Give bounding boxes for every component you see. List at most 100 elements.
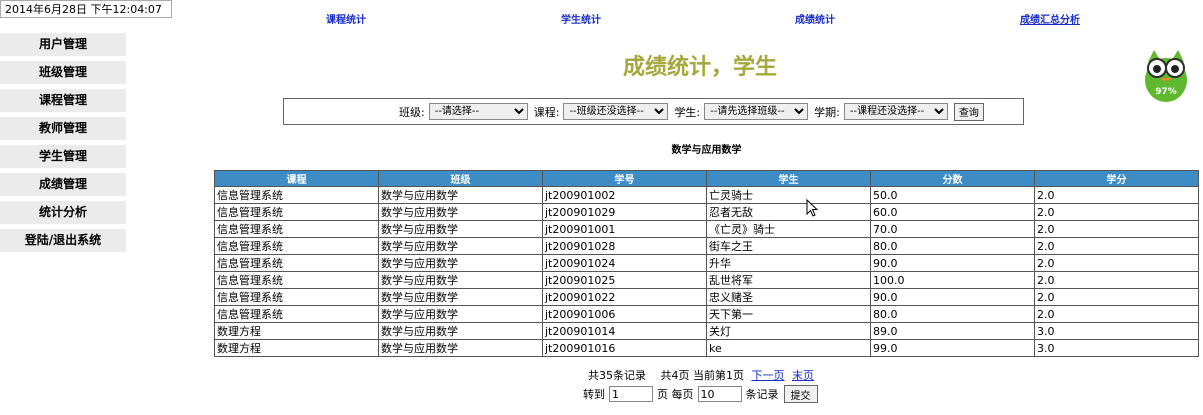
student-label: 学生:	[674, 105, 701, 119]
cell-class: 数学与应用数学	[378, 186, 543, 204]
cell-course: 信息管理系统	[214, 186, 379, 204]
nav-score-stats[interactable]: 成绩统计	[795, 11, 835, 26]
table-row: 数理方程 数学与应用数学 jt200901016 ke 99.0 3.0	[214, 339, 1199, 357]
table-row: 信息管理系统 数学与应用数学 jt200901002 亡灵骑士 50.0 2.0	[214, 186, 1199, 204]
cell-credit: 2.0	[1034, 305, 1199, 323]
cell-score: 99.0	[870, 339, 1035, 357]
cell-credit: 2.0	[1034, 254, 1199, 272]
cell-class: 数学与应用数学	[378, 339, 543, 357]
cell-student: 亡灵骑士	[706, 186, 871, 204]
cell-course: 信息管理系统	[214, 237, 379, 255]
score-table: 课程 班级 学号 学生 分数 学分 信息管理系统 数学与应用数学 jt2009010…	[214, 170, 1199, 357]
cell-student: 升华	[706, 254, 871, 272]
term-select[interactable]: --课程还没选择--	[843, 103, 948, 120]
cell-student-id: jt200901006	[542, 305, 707, 323]
cell-class: 数学与应用数学	[378, 322, 543, 340]
sidebar-item-classes[interactable]: 班级管理	[0, 61, 126, 84]
last-page-link[interactable]: 末页	[792, 369, 814, 382]
datetime-display: 2014年6月28日 下午12:04:07	[0, 0, 172, 18]
cell-student: 忍者无敌	[706, 203, 871, 221]
cell-student-id: jt200901028	[542, 237, 707, 255]
cell-score: 70.0	[870, 220, 1035, 238]
class-label: 班级:	[399, 105, 425, 119]
cell-score: 100.0	[870, 271, 1035, 289]
cell-score: 50.0	[870, 186, 1035, 204]
nav-student-stats[interactable]: 学生统计	[561, 11, 601, 26]
sidebar-item-courses[interactable]: 课程管理	[0, 89, 126, 112]
submit-button[interactable]: 提交	[783, 385, 818, 403]
cell-credit: 2.0	[1034, 288, 1199, 306]
cell-score: 90.0	[870, 254, 1035, 272]
cell-credit: 2.0	[1034, 220, 1199, 238]
sidebar-item-login-logout[interactable]: 登陆/退出系统	[0, 229, 126, 252]
cell-credit: 3.0	[1034, 339, 1199, 357]
table-row: 信息管理系统 数学与应用数学 jt200901001 《亡灵》骑士 70.0 2.0	[214, 220, 1199, 238]
cell-course: 信息管理系统	[214, 271, 379, 289]
column-header-class: 班级	[378, 170, 543, 187]
cell-student-id: jt200901001	[542, 220, 707, 238]
column-header-course: 课程	[214, 170, 379, 187]
cell-student: 天下第一	[706, 305, 871, 323]
cell-credit: 2.0	[1034, 186, 1199, 204]
column-header-score: 分数	[870, 170, 1035, 187]
table-row: 信息管理系统 数学与应用数学 jt200901029 忍者无敌 60.0 2.0	[214, 203, 1199, 221]
student-select[interactable]: --请先选择班级--	[704, 103, 809, 120]
sidebar: 用户管理 班级管理 课程管理 教师管理 学生管理 成绩管理 统计分析 登陆/退出…	[0, 33, 126, 257]
cell-student: 街车之王	[706, 237, 871, 255]
cell-score: 80.0	[870, 237, 1035, 255]
filter-bar: 班级: --请选择-- 课程: --班级还没选择-- 学生: --请先选择班级-…	[283, 98, 1024, 125]
next-page-link[interactable]: 下一页	[752, 369, 785, 382]
pagination-summary: 共35条记录 共4页 当前第1页	[588, 369, 744, 382]
owl-mascot-icon[interactable]: 97%	[1140, 46, 1192, 104]
cell-course: 信息管理系统	[214, 288, 379, 306]
cell-student-id: jt200901022	[542, 288, 707, 306]
per-page-label: 页 每页	[657, 388, 694, 401]
cell-student-id: jt200901002	[542, 186, 707, 204]
goto-page-input[interactable]	[609, 386, 653, 402]
class-select[interactable]: --请选择--	[428, 103, 528, 120]
cell-score: 89.0	[870, 322, 1035, 340]
table-row: 信息管理系统 数学与应用数学 jt200901025 乱世将军 100.0 2.0	[214, 271, 1199, 289]
table-row: 数理方程 数学与应用数学 jt200901014 关灯 89.0 3.0	[214, 322, 1199, 340]
page-title: 成绩统计，学生	[622, 55, 777, 80]
goto-page-bar: 转到 页 每页 条记录 提交	[583, 385, 818, 403]
cell-student-id: jt200901024	[542, 254, 707, 272]
cell-class: 数学与应用数学	[378, 288, 543, 306]
column-header-student: 学生	[706, 170, 871, 187]
cell-course: 信息管理系统	[214, 203, 379, 221]
goto-label: 转到	[583, 388, 605, 401]
cell-credit: 2.0	[1034, 237, 1199, 255]
per-page-input[interactable]	[697, 386, 742, 402]
cell-course: 信息管理系统	[214, 305, 379, 323]
cell-student-id: jt200901029	[542, 203, 707, 221]
cell-student: 关灯	[706, 322, 871, 340]
cell-class: 数学与应用数学	[378, 203, 543, 221]
table-body: 信息管理系统 数学与应用数学 jt200901002 亡灵骑士 50.0 2.0 信息管理系…	[214, 186, 1199, 357]
table-row: 信息管理系统 数学与应用数学 jt200901006 天下第一 80.0 2.0	[214, 305, 1199, 323]
query-button[interactable]: 查询	[953, 102, 984, 121]
cell-score: 60.0	[870, 203, 1035, 221]
nav-score-summary[interactable]: 成绩汇总分析	[1020, 11, 1080, 26]
pagination: 共35条记录 共4页 当前第1页 下一页 末页	[588, 367, 814, 383]
sidebar-item-scores[interactable]: 成绩管理	[0, 173, 126, 196]
nav-course-stats[interactable]: 课程统计	[326, 11, 366, 26]
cell-student: 乱世将军	[706, 271, 871, 289]
sidebar-item-students[interactable]: 学生管理	[0, 145, 126, 168]
cell-course: 信息管理系统	[214, 254, 379, 272]
cell-class: 数学与应用数学	[378, 220, 543, 238]
cell-class: 数学与应用数学	[378, 237, 543, 255]
cell-student-id: jt200901025	[542, 271, 707, 289]
course-select[interactable]: --班级还没选择--	[563, 103, 669, 120]
cell-student: ke	[706, 339, 871, 357]
sidebar-item-teachers[interactable]: 教师管理	[0, 117, 126, 140]
records-label: 条记录	[745, 388, 779, 401]
table-row: 信息管理系统 数学与应用数学 jt200901024 升华 90.0 2.0	[214, 254, 1199, 272]
table-row: 信息管理系统 数学与应用数学 jt200901022 忠义赌圣 90.0 2.0	[214, 288, 1199, 306]
cell-credit: 3.0	[1034, 322, 1199, 340]
sidebar-item-statistics[interactable]: 统计分析	[0, 201, 126, 224]
mascot-badge: 97%	[1155, 87, 1177, 97]
cell-student: 忠义赌圣	[706, 288, 871, 306]
cell-student-id: jt200901016	[542, 339, 707, 357]
column-header-student-id: 学号	[542, 170, 707, 187]
sidebar-item-users[interactable]: 用户管理	[0, 33, 126, 56]
